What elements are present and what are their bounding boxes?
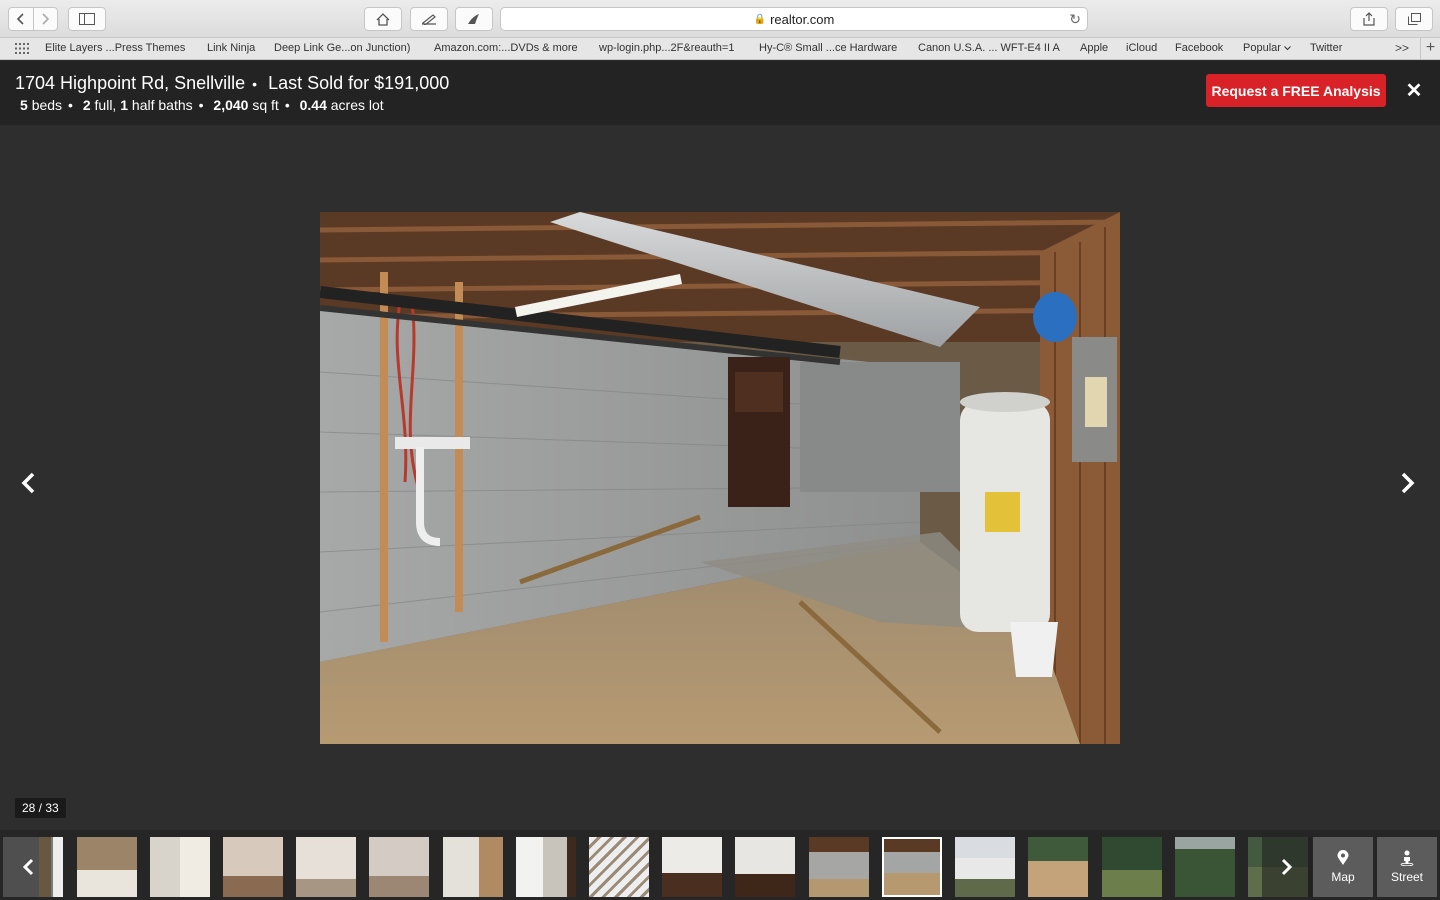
half-baths-count: 1 — [120, 97, 129, 113]
previous-photo-button[interactable] — [13, 468, 43, 498]
full-baths-label: full, — [94, 97, 117, 113]
chevron-right-icon — [1401, 472, 1415, 494]
bookmark-item[interactable]: Link Ninja — [207, 42, 255, 54]
close-icon[interactable]: ✕ — [1404, 78, 1424, 103]
thumbnail[interactable] — [150, 837, 210, 897]
basement-photo-image — [320, 212, 1120, 744]
listing-facts: 5 beds • 2 full, 1 half baths • 2,040 sq f… — [20, 97, 384, 113]
chevron-left-icon — [16, 13, 24, 25]
chevron-right-icon — [1281, 858, 1293, 876]
photo-counter: 28 / 33 — [15, 798, 66, 818]
address-bar[interactable]: 🔒 realtor.com ↻ — [500, 7, 1088, 31]
beds-label: beds — [31, 97, 63, 113]
share-icon — [1363, 12, 1375, 26]
sqft-label: sq ft — [252, 97, 279, 113]
listing-title: 1704 Highpoint Rd, Snellville • Last Sol… — [15, 73, 449, 94]
forward-button[interactable] — [32, 8, 58, 30]
chevron-down-icon — [1284, 45, 1291, 50]
separator: • — [252, 76, 258, 92]
thumbnail[interactable] — [296, 837, 356, 897]
bookmark-item[interactable]: Amazon.com:...DVDs & more — [434, 42, 578, 54]
listing-address: 1704 Highpoint Rd, Snellville — [15, 73, 246, 93]
thumbnail[interactable] — [735, 837, 795, 897]
tabs-button[interactable] — [1395, 7, 1433, 31]
thumbnail[interactable] — [809, 837, 869, 897]
bookmark-item[interactable]: Canon U.S.A. ... WFT-E4 II A — [918, 42, 1060, 54]
tabs-icon — [1407, 13, 1421, 25]
bookmarks-overflow-button[interactable]: >> — [1395, 41, 1409, 55]
chevron-right-icon — [42, 13, 50, 25]
lock-icon: 🔒 — [753, 13, 767, 25]
listing-header: 1704 Highpoint Rd, Snellville • Last Sol… — [0, 61, 1440, 125]
thumbnail[interactable] — [77, 837, 137, 897]
filmstrip-prev-button[interactable] — [3, 837, 53, 897]
separator: • — [198, 97, 204, 113]
bookmarks-bar: Elite Layers ...Press Themes Link Ninja … — [0, 38, 1440, 60]
bookmark-item[interactable]: Elite Layers ...Press Themes — [45, 42, 185, 54]
separator: • — [68, 97, 73, 113]
half-baths-label: half baths — [131, 97, 193, 113]
thumbnail[interactable] — [955, 837, 1015, 897]
photo-viewer: 28 / 33 — [0, 125, 1440, 830]
map-label: Map — [1331, 870, 1355, 884]
thumbnail-strip: Map Street — [0, 830, 1440, 900]
thumbnail[interactable] — [223, 837, 283, 897]
bookmark-item[interactable]: Hy-C® Small ...ce Hardware — [759, 42, 897, 54]
sidebar-icon — [79, 13, 95, 25]
full-baths-count: 2 — [82, 97, 91, 113]
history-nav — [8, 7, 58, 31]
separator: • — [284, 97, 290, 113]
bookmark-item[interactable]: Deep Link Ge...on Junction) — [274, 42, 410, 54]
request-analysis-button[interactable]: Request a FREE Analysis — [1206, 74, 1386, 107]
bookmark-item[interactable]: Twitter — [1310, 42, 1342, 54]
bookmark-item[interactable]: Facebook — [1175, 42, 1223, 54]
bookmark-item[interactable]: wp-login.php...2F&reauth=1 — [599, 42, 734, 54]
extension-button[interactable] — [455, 7, 493, 31]
bookmark-folder-popular[interactable]: Popular — [1243, 42, 1291, 54]
share-button[interactable] — [1350, 7, 1388, 31]
street-view-button[interactable]: Street — [1377, 837, 1437, 897]
next-photo-button[interactable] — [1393, 468, 1423, 498]
pencil-icon — [422, 14, 436, 25]
sidebar-button[interactable] — [68, 7, 106, 31]
browser-toolbar: 🔒 realtor.com ↻ — [0, 0, 1440, 38]
url-text: realtor.com — [770, 11, 835, 27]
filmstrip-next-button[interactable] — [1262, 837, 1312, 897]
thumbnail[interactable] — [516, 837, 576, 897]
bookmark-item[interactable]: Apple — [1080, 42, 1108, 54]
thumbnail[interactable] — [1175, 837, 1235, 897]
bookmark-item[interactable]: iCloud — [1126, 42, 1157, 54]
chevron-left-icon — [21, 472, 35, 494]
beds-count: 5 — [20, 97, 28, 113]
bookmark-folder-label: Popular — [1243, 42, 1281, 54]
thumbnail[interactable] — [443, 837, 503, 897]
map-button[interactable]: Map — [1313, 837, 1373, 897]
home-button[interactable] — [364, 7, 402, 31]
lot-label: acres lot — [330, 97, 384, 113]
extension-icon — [468, 14, 479, 24]
thumbnail[interactable] — [589, 837, 649, 897]
thumbnail[interactable] — [369, 837, 429, 897]
street-view-person-icon — [1400, 850, 1414, 866]
street-label: Street — [1390, 870, 1423, 884]
home-icon — [376, 12, 390, 26]
sqft-count: 2,040 — [213, 97, 249, 113]
thumbnail[interactable] — [1102, 837, 1162, 897]
edit-button[interactable] — [410, 7, 448, 31]
chevron-left-icon — [22, 858, 34, 876]
lot-size: 0.44 — [299, 97, 327, 113]
grid-icon[interactable] — [15, 43, 29, 54]
reload-icon[interactable]: ↻ — [1069, 11, 1081, 28]
thumbnail-active[interactable] — [882, 837, 942, 897]
map-pin-icon — [1337, 850, 1349, 865]
new-tab-button[interactable]: + — [1420, 38, 1440, 59]
back-button[interactable] — [9, 8, 33, 30]
listing-sold-price: Last Sold for $191,000 — [268, 73, 450, 93]
thumbnail[interactable] — [1028, 837, 1088, 897]
main-photo — [320, 212, 1120, 744]
thumbnail[interactable] — [662, 837, 722, 897]
